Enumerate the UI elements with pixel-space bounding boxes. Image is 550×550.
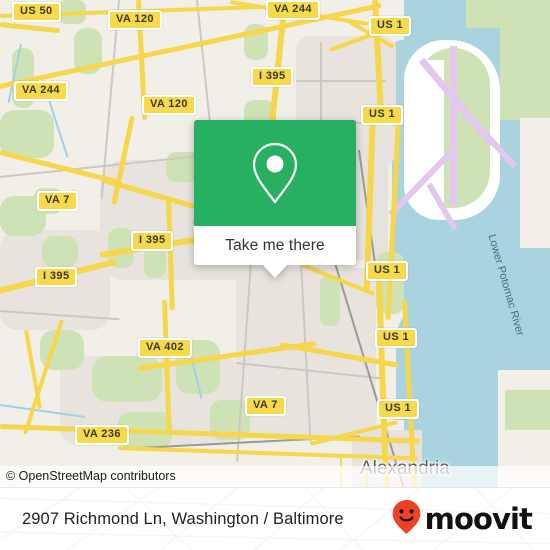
highway-shield-i395-north: I 395	[251, 67, 294, 87]
map-park-southeast	[505, 390, 550, 430]
destination-address: 2907 Richmond Ln, Washington / Baltimore	[22, 509, 344, 528]
map-screenshot: Alexandria Lower Potomac River US 50 VA …	[0, 0, 550, 550]
map-park-northeast	[500, 0, 550, 120]
highway-shield-us1-lower: US 1	[375, 328, 418, 348]
map-minor-road-8	[296, 80, 386, 82]
highway-shield-va7-south: VA 7	[245, 396, 286, 416]
highway-shield-va7-north: VA 7	[37, 191, 78, 211]
map-park-e-1	[320, 276, 340, 326]
highway-shield-va120-south: VA 120	[142, 95, 196, 115]
callout-header	[194, 120, 356, 226]
highway-shield-va236: VA 236	[75, 425, 129, 445]
highway-shield-us1-upper: US 1	[361, 105, 404, 125]
highway-shield-va120-north: VA 120	[108, 10, 162, 30]
highway-shield-i395-west: I 395	[35, 267, 78, 287]
moovit-brand[interactable]: moovit	[391, 499, 533, 540]
highway-shield-va402: VA 402	[138, 338, 192, 358]
map-park-northeast-2	[466, 0, 506, 28]
take-me-there-label: Take me there	[225, 236, 325, 254]
moovit-pin-smiley-icon	[391, 499, 422, 540]
highway-shield-us1-mid: US 1	[366, 261, 409, 281]
highway-shield-va244-north: VA 244	[266, 0, 320, 20]
map-attribution[interactable]: © OpenStreetMap contributors	[0, 466, 550, 487]
map-park-c-1	[42, 236, 78, 268]
callout-action[interactable]: Take me there	[194, 226, 356, 278]
map-runway-main	[450, 46, 457, 206]
highway-shield-va244-west: VA 244	[14, 81, 68, 101]
destination-callout[interactable]: Take me there	[194, 120, 356, 278]
highway-shield-us1-south: US 1	[377, 399, 420, 419]
map-pin-icon	[249, 141, 301, 205]
highway-shield-us50: US 50	[12, 2, 61, 22]
footer-bar: 2907 Richmond Ln, Washington / Baltimore…	[0, 487, 550, 550]
callout-tail-pointer	[262, 264, 288, 278]
map-park-s-2	[92, 356, 162, 402]
map-land-east-shore	[520, 118, 550, 248]
highway-shield-us1-north: US 1	[369, 16, 412, 36]
moovit-wordmark: moovit	[424, 501, 533, 536]
map-park-n-2	[0, 110, 54, 158]
highway-shield-i395-mid: I 395	[131, 231, 174, 251]
